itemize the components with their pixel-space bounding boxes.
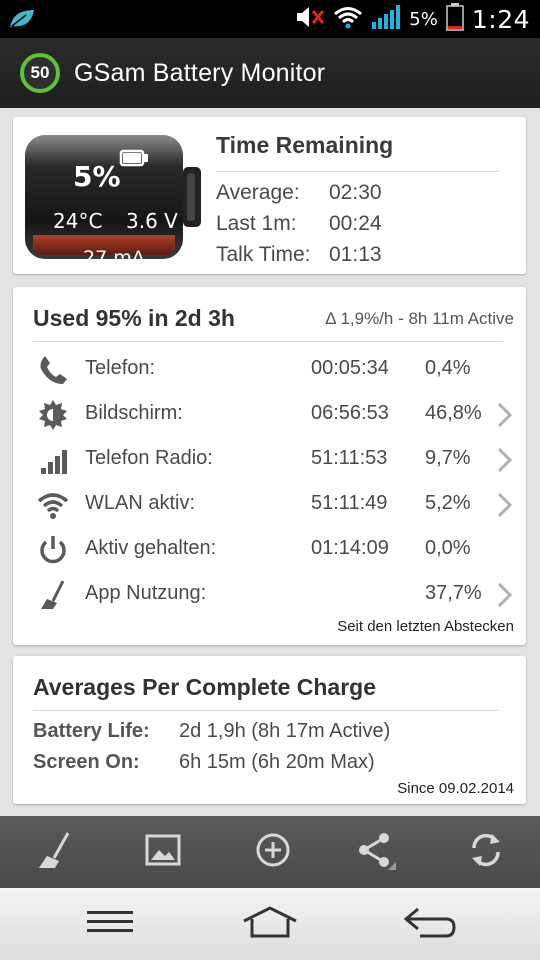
divider xyxy=(33,710,498,711)
image-icon xyxy=(143,830,183,875)
row-label: App Nutzung: xyxy=(85,582,207,604)
row-duration: 06:56:53 xyxy=(311,402,389,424)
row-percent: 0,4% xyxy=(425,357,471,379)
row-value: 2d 1,9h (8h 17m Active) xyxy=(179,720,391,742)
row-percent: 0,0% xyxy=(425,537,471,559)
broom-icon xyxy=(37,579,69,611)
battery-graphic[interactable]: 5% 24°C 3.6 V 27 mA xyxy=(23,133,205,269)
usage-row-wlan[interactable]: WLAN aktiv: 51:11:49 5,2% xyxy=(13,484,526,524)
navigation-bar xyxy=(0,888,540,960)
toolbar-add-button[interactable] xyxy=(251,830,295,874)
averages-screen-on: Screen On: 6h 15m (6h 20m Max) xyxy=(33,751,375,774)
usage-row-app-nutzung[interactable]: App Nutzung: 37,7% xyxy=(13,574,526,614)
time-remaining-average: Average: 02:30 xyxy=(216,181,382,205)
chevron-right-icon[interactable] xyxy=(495,402,513,428)
row-label: Last 1m: xyxy=(216,212,297,235)
nav-menu-button[interactable] xyxy=(80,902,140,946)
app-logo[interactable]: 50 xyxy=(20,53,60,93)
usage-row-aktiv-gehalten[interactable]: Aktiv gehalten: 01:14:09 0,0% xyxy=(13,529,526,569)
chevron-right-icon[interactable] xyxy=(495,492,513,518)
nav-home-button[interactable] xyxy=(240,902,300,946)
usage-footer: Seit den letzten Abstecken xyxy=(337,618,514,635)
bottom-toolbar xyxy=(0,816,540,888)
status-battery-percent: 5% xyxy=(409,8,438,30)
time-remaining-last1m: Last 1m: 00:24 xyxy=(216,212,382,236)
time-remaining-title: Time Remaining xyxy=(216,132,394,158)
battery-current: 27 mA xyxy=(83,247,145,269)
app-title: GSam Battery Monitor xyxy=(74,58,326,87)
averages-battery-life: Battery Life: 2d 1,9h (8h 17m Active) xyxy=(33,720,390,743)
row-label: Talk Time: xyxy=(216,243,311,266)
toolbar-image-button[interactable] xyxy=(141,830,185,874)
menu-icon xyxy=(85,909,135,940)
app-bar: 50 GSam Battery Monitor xyxy=(0,38,540,108)
usage-row-bildschirm[interactable]: Bildschirm: 06:56:53 46,8% xyxy=(13,394,526,434)
wifi-icon xyxy=(333,5,363,34)
broom-icon xyxy=(34,830,74,875)
row-duration: 51:11:53 xyxy=(311,447,388,469)
row-label: Screen On: xyxy=(33,751,140,773)
averages-footer: Since 09.02.2014 xyxy=(397,780,514,797)
leaf-icon xyxy=(8,8,36,35)
row-duration: 00:05:34 xyxy=(311,357,389,379)
signal-bars-icon xyxy=(37,444,69,476)
battery-percent: 5% xyxy=(73,160,121,193)
row-label: WLAN aktiv: xyxy=(85,492,196,514)
usage-row-telefon-radio[interactable]: Telefon Radio: 51:11:53 9,7% xyxy=(13,439,526,479)
battery-body-icon xyxy=(25,135,201,259)
divider xyxy=(33,341,503,342)
refresh-icon xyxy=(466,830,506,875)
usage-row-telefon[interactable]: Telefon: 00:05:34 0,4% xyxy=(13,349,526,389)
row-label: Telefon: xyxy=(85,357,156,379)
usage-card: Used 95% in 2d 3h Δ 1,9%/h - 8h 11m Acti… xyxy=(13,287,526,645)
row-label: Aktiv gehalten: xyxy=(85,537,217,559)
battery-icon xyxy=(446,2,464,36)
row-value: 00:24 xyxy=(329,212,382,235)
usage-rate: Δ 1,9%/h - 8h 11m Active xyxy=(325,309,514,328)
averages-card: Averages Per Complete Charge Battery Lif… xyxy=(13,656,526,804)
row-label: Average: xyxy=(216,181,300,204)
chevron-right-icon[interactable] xyxy=(495,582,513,608)
status-bar: 5% 1:24 xyxy=(0,0,540,38)
toolbar-share-button[interactable] xyxy=(356,830,400,874)
row-percent: 5,2% xyxy=(425,492,471,514)
time-remaining-talktime: Talk Time: 01:13 xyxy=(216,243,382,267)
row-label: Battery Life: xyxy=(33,720,150,742)
share-icon xyxy=(356,830,400,875)
phone-icon xyxy=(37,354,69,386)
add-circle-icon xyxy=(253,830,293,875)
nav-back-button[interactable] xyxy=(400,902,460,946)
mute-icon xyxy=(295,5,325,34)
screen-brightness-icon xyxy=(37,399,69,431)
back-icon xyxy=(402,905,458,944)
battery-temperature: 24°C xyxy=(53,209,103,233)
averages-title: Averages Per Complete Charge xyxy=(33,674,377,700)
battery-voltage: 3.6 V xyxy=(126,209,178,233)
row-percent: 37,7% xyxy=(425,582,482,604)
chevron-right-icon[interactable] xyxy=(495,447,513,473)
toolbar-broom-button[interactable] xyxy=(32,830,76,874)
row-percent: 9,7% xyxy=(425,447,471,469)
status-time: 1:24 xyxy=(471,4,530,34)
row-value: 02:30 xyxy=(329,181,382,204)
usage-title: Used 95% in 2d 3h xyxy=(33,305,235,331)
battery-card: 5% 24°C 3.6 V 27 mA Time Remaining Avera… xyxy=(13,117,526,274)
divider xyxy=(216,171,499,172)
row-label: Telefon Radio: xyxy=(85,447,213,469)
signal-icon xyxy=(371,4,401,35)
toolbar-refresh-button[interactable] xyxy=(464,830,508,874)
row-percent: 46,8% xyxy=(425,402,482,424)
wifi-icon xyxy=(37,489,69,521)
row-value: 01:13 xyxy=(329,243,382,266)
row-label: Bildschirm: xyxy=(85,402,183,424)
row-duration: 01:14:09 xyxy=(311,537,389,559)
row-duration: 51:11:49 xyxy=(311,492,388,514)
row-value: 6h 15m (6h 20m Max) xyxy=(179,751,375,773)
power-icon xyxy=(37,534,69,566)
home-icon xyxy=(240,905,300,944)
